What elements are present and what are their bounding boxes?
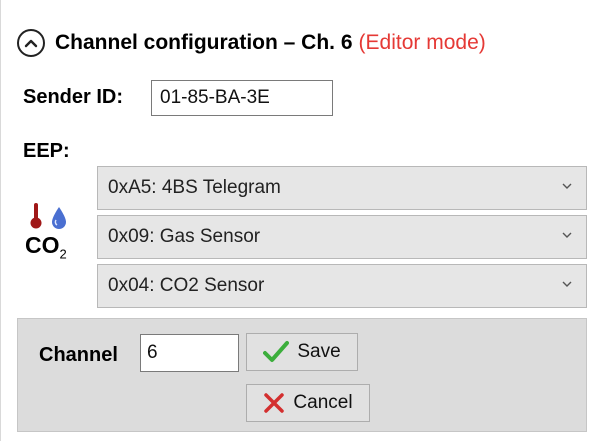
eep-select-type[interactable]: 0x04: CO2 Sensor <box>97 264 587 308</box>
co2-sensor-icon: CO2 <box>25 202 75 272</box>
co2-subscript: 2 <box>59 246 67 262</box>
checkmark-icon <box>263 341 290 362</box>
eep-select-telegram[interactable]: 0xA5: 4BS Telegram <box>97 166 587 210</box>
eep-select-function[interactable]: 0x09: Gas Sensor <box>97 215 587 259</box>
panel-header: Channel configuration – Ch. 6 (Editor mo… <box>17 26 486 60</box>
chevron-down-icon <box>562 183 572 189</box>
chevron-down-icon <box>562 281 572 287</box>
panel-title: Channel configuration – Ch. 6 <box>55 31 353 54</box>
eep-label: EEP: <box>23 140 70 162</box>
editor-mode-label: (Editor mode) <box>358 31 486 54</box>
cancel-button[interactable]: Cancel <box>246 384 370 422</box>
eep-select-type-value: 0x04: CO2 Sensor <box>108 275 265 296</box>
co2-icon-label: CO2 <box>25 232 67 262</box>
save-button[interactable]: Save <box>246 333 358 371</box>
eep-select-telegram-value: 0xA5: 4BS Telegram <box>108 177 281 198</box>
cancel-button-label: Cancel <box>293 392 353 413</box>
chevron-up-icon <box>24 39 38 48</box>
water-drop-icon <box>52 207 66 229</box>
channel-config-panel: Channel configuration – Ch. 6 (Editor mo… <box>0 0 597 441</box>
channel-input[interactable] <box>140 334 239 372</box>
thermometer-icon <box>30 203 42 229</box>
co2-text: CO <box>25 232 60 258</box>
channel-label: Channel <box>39 344 118 366</box>
sender-id-input[interactable] <box>151 80 333 116</box>
sender-id-label: Sender ID: <box>23 86 124 108</box>
chevron-down-icon <box>562 232 572 238</box>
collapse-button[interactable] <box>17 29 45 57</box>
close-icon <box>264 393 285 413</box>
eep-select-function-value: 0x09: Gas Sensor <box>108 226 261 247</box>
save-button-label: Save <box>297 341 341 362</box>
